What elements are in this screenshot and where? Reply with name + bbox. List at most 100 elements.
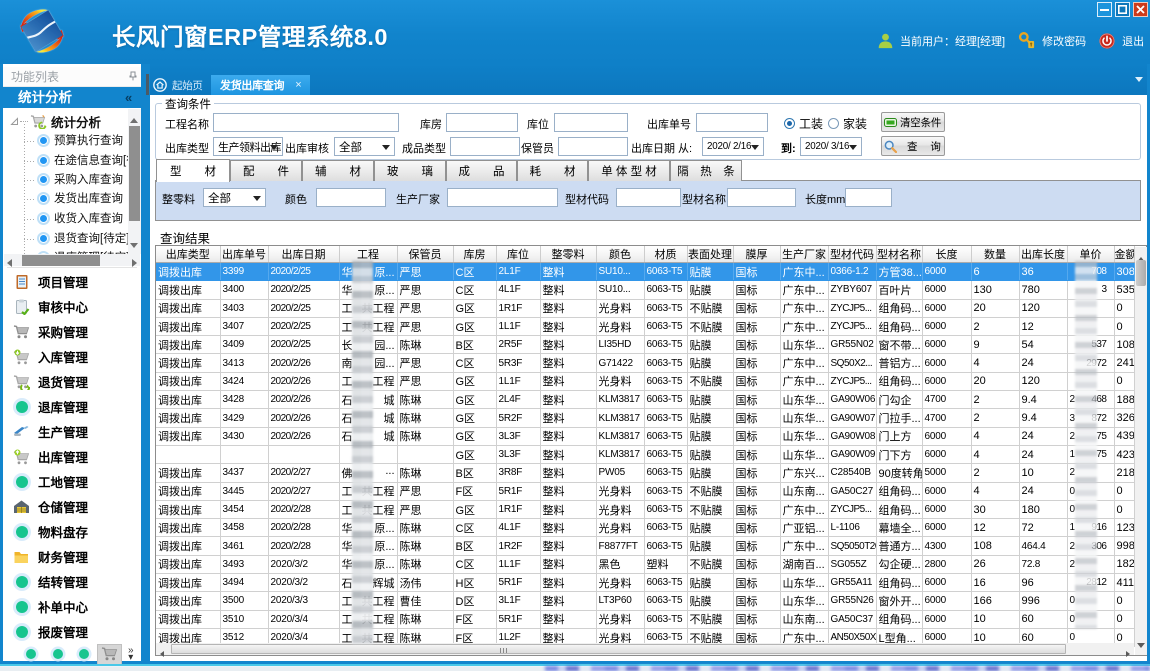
grid-col-header[interactable]: 出库类型 bbox=[156, 246, 220, 263]
sidebar-item-9[interactable]: 仓储管理 bbox=[3, 494, 141, 519]
grid-row[interactable]: 调拨出库34452020/2/27工共工程严思F区5R1F整料光身料6063-T… bbox=[156, 482, 1134, 500]
radio-jiazhuang[interactable]: 家装 bbox=[828, 115, 867, 132]
grid-col-header[interactable]: 出库长度 bbox=[1019, 246, 1067, 263]
keeper-input[interactable] bbox=[558, 137, 628, 156]
tab-list-chevron-icon[interactable] bbox=[1135, 77, 1143, 82]
tree-vscrollbar-thumb[interactable] bbox=[129, 126, 140, 221]
grid-row[interactable]: 调拨出库34092020/2/25长园...陈琳B区2R5F整料LI35HD60… bbox=[156, 336, 1134, 354]
category-tab-0[interactable]: 型 材 bbox=[156, 159, 230, 182]
tree-item[interactable]: 采购入库查询 bbox=[37, 171, 123, 187]
grid-col-header[interactable]: 数量 bbox=[971, 246, 1019, 263]
tree-horizontal-scrollbar[interactable] bbox=[4, 254, 140, 266]
product-type-input[interactable] bbox=[450, 137, 520, 156]
whole-combo[interactable]: 全部 bbox=[203, 188, 266, 207]
tree-item[interactable]: 收货入库查询 bbox=[37, 210, 123, 226]
sidebar-item-6[interactable]: 生产管理 bbox=[3, 419, 141, 444]
grid-col-header[interactable]: 表面处理 bbox=[687, 246, 733, 263]
sidebar-item-13[interactable]: 补单中心 bbox=[3, 594, 141, 619]
radio-gongzhuang[interactable]: 工装 bbox=[784, 115, 823, 132]
collapse-icon[interactable]: « bbox=[125, 90, 132, 105]
sidebar-item-1[interactable]: 审核中心 bbox=[3, 294, 141, 319]
length-input[interactable] bbox=[845, 188, 892, 207]
sidebar-item-3[interactable]: 入库管理 bbox=[3, 344, 141, 369]
tree-item[interactable]: 退货查询[待定] bbox=[37, 230, 129, 246]
out-type-combo[interactable]: 生产领料出库 bbox=[213, 137, 283, 156]
grid-row[interactable]: 调拨出库35102020/3/4工共工程陈琳F区5R1F整料光身料6063-T5… bbox=[156, 610, 1134, 628]
warehouse-input[interactable] bbox=[446, 113, 518, 132]
sidebar-item-11[interactable]: 财务管理 bbox=[3, 544, 141, 569]
grid-hscrollbar-thumb[interactable] bbox=[171, 644, 1066, 654]
grid-row[interactable]: G区3L3F整料KLM38176063-T5贴膜国标山东华...GA90W09.… bbox=[156, 445, 1134, 463]
grid-col-header[interactable]: 颜色 bbox=[596, 246, 644, 263]
grid-col-header[interactable]: 膜厚 bbox=[733, 246, 780, 263]
logout-link[interactable]: 退出 bbox=[1122, 33, 1144, 49]
grid-row[interactable]: 调拨出库34582020/2/28华原...陈琳C区4L1F整料光身料6063-… bbox=[156, 519, 1134, 537]
close-button[interactable] bbox=[1133, 2, 1148, 17]
grid-row[interactable]: 调拨出库34932020/3/2华原...陈琳C区1L1F整料黑色塑料不贴膜国标… bbox=[156, 555, 1134, 573]
grid-row[interactable]: 调拨出库34132020/2/26南园...严思C区5R3F整料G7142260… bbox=[156, 354, 1134, 372]
audit-combo[interactable]: 全部 bbox=[334, 137, 395, 156]
grid-row[interactable]: 调拨出库34072020/2/25工共工程严思G区1L1F整料光身料6063-T… bbox=[156, 317, 1134, 335]
sidebar-splitter[interactable] bbox=[141, 64, 150, 661]
minimize-button[interactable] bbox=[1097, 2, 1112, 17]
tree-root[interactable]: 统计分析 bbox=[10, 112, 101, 131]
category-tab-5[interactable]: 耗 材 bbox=[517, 160, 588, 181]
grid-row[interactable]: 调拨出库34282020/2/26石城陈琳G区2L4F整料KLM38176063… bbox=[156, 391, 1134, 409]
grid-row[interactable]: 调拨出库34942020/3/2石辉城汤伟H区5R1F整料光身料6063-T5贴… bbox=[156, 574, 1134, 592]
grid-col-header[interactable]: 型材名称 bbox=[876, 246, 922, 263]
grid-col-header[interactable]: 整零料 bbox=[540, 246, 596, 263]
grid-col-header[interactable]: 库位 bbox=[496, 246, 540, 263]
sidebar-item-12[interactable]: 结转管理 bbox=[3, 569, 141, 594]
category-tab-6[interactable]: 单 体 型 材 bbox=[588, 160, 670, 181]
sidebar-item-0[interactable]: 项目管理 bbox=[3, 269, 141, 294]
category-tab-7[interactable]: 隔 热 条 bbox=[670, 160, 742, 181]
category-tab-4[interactable]: 成 品 bbox=[446, 160, 517, 181]
tree-vertical-scrollbar[interactable] bbox=[128, 109, 141, 254]
grid-vertical-scrollbar[interactable] bbox=[1135, 247, 1147, 655]
tree-item[interactable]: 在途信息查询[待 bbox=[37, 152, 138, 168]
grid-col-header[interactable]: 出库单号 bbox=[220, 246, 268, 263]
grid-horizontal-scrollbar[interactable] bbox=[156, 643, 1134, 655]
tree-item[interactable]: 预算执行查询 bbox=[37, 132, 123, 148]
tab-close-icon[interactable]: × bbox=[295, 79, 301, 91]
sidebar-item-7[interactable]: 出库管理 bbox=[3, 444, 141, 469]
code-input[interactable] bbox=[616, 188, 681, 207]
tab-home[interactable]: 起始页 bbox=[151, 75, 211, 95]
category-tab-2[interactable]: 辅 材 bbox=[302, 160, 374, 181]
search-button[interactable]: 查 询 bbox=[881, 136, 945, 156]
order-no-input[interactable] bbox=[696, 113, 768, 132]
overflow-chevron-icon[interactable]: »▾ bbox=[128, 647, 134, 661]
tree-hscrollbar-thumb[interactable] bbox=[22, 255, 100, 266]
grid-col-header[interactable]: 库房 bbox=[453, 246, 496, 263]
grid-col-header[interactable]: 保管员 bbox=[397, 246, 453, 263]
location-input[interactable] bbox=[554, 113, 628, 132]
grid-row[interactable]: 调拨出库34032020/2/25工共工程严思G区1R1F整料光身料6063-T… bbox=[156, 299, 1134, 317]
grid-col-header[interactable]: 型材代码 bbox=[828, 246, 876, 263]
date-from-combo[interactable]: 2020/ 2/16 bbox=[702, 137, 764, 156]
tree-item[interactable]: 发货出库查询 bbox=[37, 190, 123, 206]
grid-row[interactable]: 调拨出库34302020/2/26石城陈琳G区3L3F整料KLM38176063… bbox=[156, 427, 1134, 445]
sidebar-item-5[interactable]: 退库管理 bbox=[3, 394, 141, 419]
maker-input[interactable] bbox=[447, 188, 558, 207]
sidebar-item-10[interactable]: 物料盘存 bbox=[3, 519, 141, 544]
grid-row[interactable]: 调拨出库34002020/2/25华原...严思C区4L1F整料SU10...6… bbox=[156, 281, 1134, 299]
change-password-link[interactable]: 修改密码 bbox=[1042, 33, 1086, 49]
grid-row[interactable]: 调拨出库34542020/2/28工共工程严思G区1R1F整料光身料6063-T… bbox=[156, 500, 1134, 518]
clear-button[interactable]: 清空条件 bbox=[881, 112, 945, 132]
statistics-module-button[interactable] bbox=[97, 644, 122, 665]
grid-col-header[interactable]: 材质 bbox=[644, 246, 687, 263]
grid-row[interactable]: 调拨出库34372020/2/27佛...陈琳B区3R8F整料PW056063-… bbox=[156, 464, 1134, 482]
tab-active[interactable]: 发货出库查询× bbox=[211, 75, 310, 95]
date-to-combo[interactable]: 2020/ 3/16 bbox=[800, 137, 862, 156]
grid-col-header[interactable]: 生产厂家 bbox=[780, 246, 828, 263]
color-input[interactable] bbox=[316, 188, 386, 207]
grid-row[interactable]: 调拨出库34292020/2/26石城陈琳G区5R2F整料KLM38176063… bbox=[156, 409, 1134, 427]
grid-vscrollbar-thumb[interactable] bbox=[1136, 260, 1146, 286]
sidebar-item-4[interactable]: 退货管理 bbox=[3, 369, 141, 394]
grid-row[interactable]: 调拨出库33992020/2/25华原...严思C区2L1F整料SU10...6… bbox=[156, 263, 1134, 281]
grid-row[interactable]: 调拨出库34612020/2/28华原...陈琳B区1R2F整料F8877FT6… bbox=[156, 537, 1134, 555]
grid-col-header[interactable]: 出库日期 bbox=[268, 246, 339, 263]
grid-col-header[interactable]: 长度 bbox=[922, 246, 971, 263]
grid-row[interactable]: 调拨出库35002020/3/3工共工程曹佳D区3L1F整料LT3P606063… bbox=[156, 592, 1134, 610]
grid-row[interactable]: 调拨出库34242020/2/26工工程严思G区1L1F整料光身料6063-T5… bbox=[156, 372, 1134, 390]
